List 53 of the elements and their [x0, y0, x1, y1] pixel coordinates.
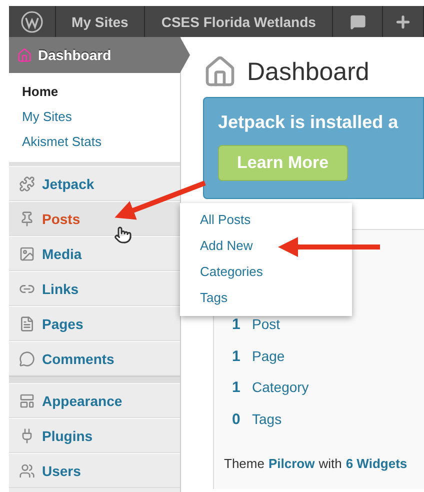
count-label[interactable]: Page — [252, 348, 285, 364]
menu-label: Users — [42, 462, 81, 478]
widgets-link[interactable]: 6 Widgets — [346, 456, 408, 471]
house-icon — [17, 48, 32, 62]
menu-label: Pages — [42, 316, 84, 332]
menu-icon — [19, 210, 35, 226]
theme-text: with — [318, 456, 342, 471]
menu-item[interactable]: Posts — [9, 201, 180, 236]
plus-icon[interactable] — [394, 12, 412, 30]
menu-icon — [19, 176, 35, 192]
theme-link[interactable]: Pilcrow — [268, 456, 315, 471]
menu-icon — [19, 316, 35, 332]
house-icon — [203, 55, 237, 89]
flyout-link[interactable]: Add New — [200, 235, 352, 261]
flyout-link[interactable]: Categories — [200, 261, 352, 287]
count-number[interactable]: 0 — [232, 410, 242, 428]
menu-label: Appearance — [42, 392, 122, 408]
hand-cursor-icon — [114, 226, 132, 244]
count-number[interactable]: 1 — [232, 348, 242, 364]
submenu-link[interactable]: Home — [9, 79, 180, 104]
submenu-link[interactable]: Akismet Stats — [9, 129, 180, 154]
count-label[interactable]: Post — [252, 316, 280, 332]
menu-label: Media — [42, 246, 82, 262]
page-title: Dashboard — [247, 58, 370, 86]
menu-icon — [19, 392, 35, 408]
submenu-link[interactable]: My Sites — [9, 104, 180, 129]
menu-item[interactable]: Jetpack — [9, 166, 180, 201]
count-label[interactable]: Category — [252, 379, 309, 395]
menu-icon — [19, 462, 35, 478]
comment-icon[interactable] — [350, 14, 366, 30]
menu-icon — [19, 246, 35, 262]
menu-item[interactable]: Users — [9, 453, 180, 488]
count-label[interactable]: Tags — [252, 410, 282, 426]
count-number[interactable]: 1 — [232, 316, 242, 333]
menu-label: Posts — [42, 210, 80, 226]
menu-item[interactable]: Plugins — [9, 418, 180, 453]
menu-item[interactable]: Pages — [9, 306, 180, 341]
flyout-link[interactable]: All Posts — [200, 209, 352, 235]
menu-icon — [19, 350, 35, 366]
theme-text: Theme — [224, 456, 264, 471]
flyout-link[interactable]: Tags — [200, 287, 352, 313]
notice-text: Jetpack is installed a — [218, 112, 400, 133]
menu-item[interactable]: Media — [9, 236, 180, 271]
menu-item[interactable]: Appearance — [9, 383, 180, 418]
menu-item[interactable]: Links — [9, 271, 180, 306]
dashboard-label: Dashboard — [38, 47, 112, 63]
menu-label: Plugins — [42, 428, 93, 444]
wordpress-logo-icon[interactable] — [20, 10, 43, 32]
menu-label: Links — [42, 280, 79, 296]
menu-label: Jetpack — [42, 176, 94, 192]
menu-item[interactable]: Comments — [9, 341, 180, 376]
count-number[interactable]: 1 — [232, 379, 242, 396]
menu-label: Comments — [42, 350, 114, 366]
